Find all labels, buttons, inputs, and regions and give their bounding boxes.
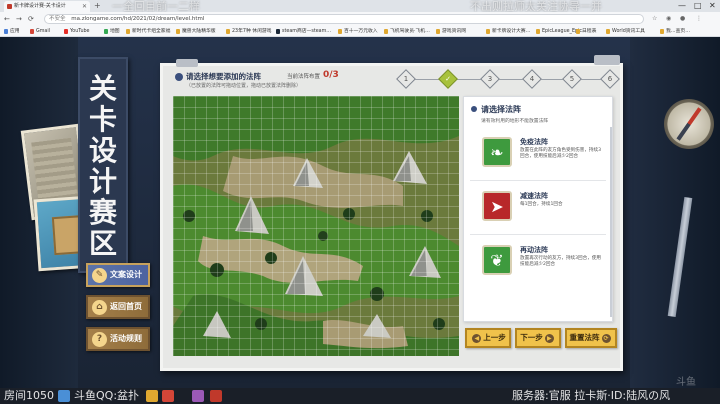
- placement-grid[interactable]: [173, 96, 459, 356]
- bookmark-item[interactable]: 新卡牌设计大赛…: [486, 27, 530, 36]
- profile-icon[interactable]: ●: [680, 14, 685, 24]
- copy-design-button[interactable]: ✎ 文案设计: [86, 263, 150, 287]
- title-banner: 关 卡 设 计 赛 区: [78, 57, 128, 273]
- menu-icon[interactable]: ⋮: [696, 14, 702, 24]
- stream-server-text: 服务器:官服 拉卡斯·ID:陆风の风: [512, 389, 671, 402]
- pen-icon: ✎: [92, 268, 107, 283]
- bookmark-item[interactable]: Gmail: [30, 27, 50, 36]
- screen: 新卡牌设计赛-关卡设计 ✕ + 一全回目前一二样 不出则拉师太关注协导一并 — …: [0, 0, 720, 404]
- array-card-name: 免疫法阵: [520, 138, 548, 146]
- maximize-button[interactable]: □: [694, 0, 702, 12]
- array-selector: 请选择法阵 请有效利用的地形不能放置法阵 ❧ 免疫法阵 放置在此阵的友方角色受到…: [463, 96, 613, 322]
- bookmarks-bar: 应用 Gmail YouTube 地图 新时代卡组全家福 魔兽大陆精华版 23年7种 休闲游…: [0, 26, 720, 37]
- new-tab-button[interactable]: +: [94, 1, 101, 10]
- step-6[interactable]: 6: [600, 69, 620, 89]
- paper-clip-right: [594, 55, 620, 65]
- list-scrollbar[interactable]: [610, 127, 612, 317]
- step-1[interactable]: 1: [396, 69, 416, 89]
- bookmark-item[interactable]: steam商店—steam…: [276, 27, 331, 36]
- array-card-name: 减速法阵: [520, 192, 548, 200]
- app-icon[interactable]: [58, 390, 70, 402]
- app-icon[interactable]: [162, 390, 174, 402]
- browser-tab-bar: 新卡牌设计赛-关卡设计 ✕ + 一全回目前一二样 不出则拉师太关注协导一并 — …: [0, 0, 720, 13]
- panel-header: 请选择想要添加的法阵 当前法阵布置 0/3 （已放置的法阵可拖动位置，拖动已放置…: [175, 70, 375, 93]
- reset-icon: ⟳: [601, 333, 611, 343]
- forward-arrow-icon[interactable]: →: [16, 13, 22, 25]
- bookmark-item[interactable]: 魔兽大陆精华版: [176, 27, 216, 36]
- bookmark-item[interactable]: 23年7种 休闲游戏: [226, 27, 271, 36]
- prev-step-button[interactable]: ◀ 上一步: [465, 328, 511, 348]
- array-count-value: 0/3: [323, 70, 339, 80]
- minimize-button[interactable]: —: [678, 0, 686, 12]
- browser-tab[interactable]: 新卡牌设计赛-关卡设计 ✕: [4, 1, 90, 12]
- extra-move-array-icon[interactable]: ❦: [482, 245, 512, 275]
- right-decoration: [630, 37, 720, 388]
- array-card-name: 再动法阵: [520, 246, 548, 254]
- url-field[interactable]: 不安全 ma.zlongame.com/hd/2021/02/dream/lev…: [44, 14, 644, 24]
- arrow-left-icon: ◀: [472, 333, 482, 343]
- array-list-title: 请选择法阵: [481, 105, 521, 114]
- app-icon[interactable]: [210, 390, 222, 402]
- array-card-desc: 放置在此阵的友方角色受到伤害，持续3回合，使用技能后减少2回合: [520, 148, 602, 159]
- address-bar-row: ← → ⟳ 不安全 ma.zlongame.com/hd/2021/02/dre…: [0, 12, 720, 26]
- taskbar: 房间1050 斗鱼QQ:盆扑 服务器:官服 拉卡斯·ID:陆风の风: [0, 388, 720, 404]
- step-5[interactable]: 5: [562, 69, 582, 89]
- home-icon: ⌂: [92, 300, 107, 315]
- immunity-array-icon[interactable]: ❧: [482, 137, 512, 167]
- stream-qq-text: 斗鱼QQ:盆扑: [74, 389, 140, 402]
- array-card-extra-move[interactable]: ❦ 再动法阵 放置再次行动的友方，持续3回合，使用技能后减少2回合: [470, 239, 606, 289]
- terrain-map[interactable]: [173, 96, 459, 356]
- paper-clip-left: [176, 59, 198, 67]
- tab-close-icon[interactable]: ✕: [82, 1, 87, 12]
- bookmark-item[interactable]: 应用: [4, 27, 20, 36]
- back-arrow-icon[interactable]: ←: [4, 13, 10, 25]
- question-icon: ?: [92, 332, 107, 347]
- compass-icon: [664, 99, 714, 149]
- step-3[interactable]: 3: [480, 69, 500, 89]
- level-editor-panel: 请选择想要添加的法阵 当前法阵布置 0/3 （已放置的法阵可拖动位置，拖动已放置…: [160, 63, 623, 371]
- bookmark-item[interactable]: 新时代卡组全家福: [126, 27, 170, 36]
- tab-title: 新卡牌设计赛-关卡设计: [14, 3, 66, 9]
- app-icon[interactable]: [146, 390, 158, 402]
- page-title: 关 卡 设 计 赛 区: [88, 72, 117, 260]
- step-4[interactable]: 4: [522, 69, 542, 89]
- step-indicator: 1 ✓ 3 4 5 6: [396, 69, 620, 89]
- heading-bullet-icon: [175, 73, 183, 81]
- rules-button[interactable]: ? 活动规则: [86, 327, 150, 351]
- close-window-button[interactable]: ✕: [709, 0, 716, 12]
- home-button[interactable]: ⌂ 返回首页: [86, 295, 150, 319]
- array-list-subtitle: 请有效利用的地形不能放置法阵: [481, 119, 549, 124]
- bookmark-item[interactable]: 日程表: [576, 27, 596, 36]
- bookmark-item[interactable]: World资讯工具: [606, 27, 645, 36]
- step-2[interactable]: ✓: [438, 69, 458, 89]
- corner-watermark: 斗鱼: [676, 377, 696, 388]
- array-card-desc: 放置再次行动的友方，持续3回合，使用技能后减少2回合: [520, 256, 602, 267]
- list-bullet-icon: [471, 106, 477, 112]
- arrow-right-icon: ▶: [544, 333, 554, 343]
- array-card-immunity[interactable]: ❧ 免疫法阵 放置在此阵的友方角色受到伤害，持续3回合，使用技能后减少2回合: [470, 131, 606, 181]
- extension-icon[interactable]: ◉: [666, 14, 671, 24]
- bookmark-item[interactable]: 百十一万元收入: [338, 27, 378, 36]
- bookmark-item[interactable]: YouTube: [64, 27, 90, 36]
- app-icon[interactable]: [192, 390, 204, 402]
- bookmark-item[interactable]: 游戏资讯网: [436, 27, 466, 36]
- tab-favicon-icon: [7, 4, 12, 9]
- array-count-label: 当前法阵布置: [287, 74, 321, 80]
- bookmark-item[interactable]: 我…查页…: [660, 27, 690, 36]
- url-text: ma.zlongame.com/hd/2021/02/dream/level.h…: [71, 16, 205, 22]
- next-step-button[interactable]: 下一步 ▶: [515, 328, 561, 348]
- star-icon[interactable]: ☆: [652, 14, 657, 24]
- game-page: 关 卡 设 计 赛 区 ✎ 文案设计 ⌂ 返回首页 ? 活动规则 请选择想要添加…: [0, 37, 720, 388]
- bookmark-item[interactable]: 地图: [104, 27, 120, 36]
- bookmark-item[interactable]: 飞机驾驶员·飞机…: [384, 27, 430, 36]
- reset-array-button[interactable]: 重置法阵 ⟳: [565, 328, 617, 348]
- array-card-slow[interactable]: ➤ 减速法阵 每1回合，持续1回合: [470, 185, 606, 235]
- array-card-desc: 每1回合，持续1回合: [520, 202, 563, 207]
- stream-room-text: 房间1050: [4, 389, 54, 402]
- panel-hint: （已放置的法阵可拖动位置，拖动已放置法阵删除）: [186, 83, 302, 89]
- panel-heading: 请选择想要添加的法阵: [186, 72, 261, 81]
- slow-array-icon[interactable]: ➤: [482, 191, 512, 221]
- reload-icon[interactable]: ⟳: [28, 13, 34, 25]
- security-label[interactable]: 不安全: [49, 16, 66, 22]
